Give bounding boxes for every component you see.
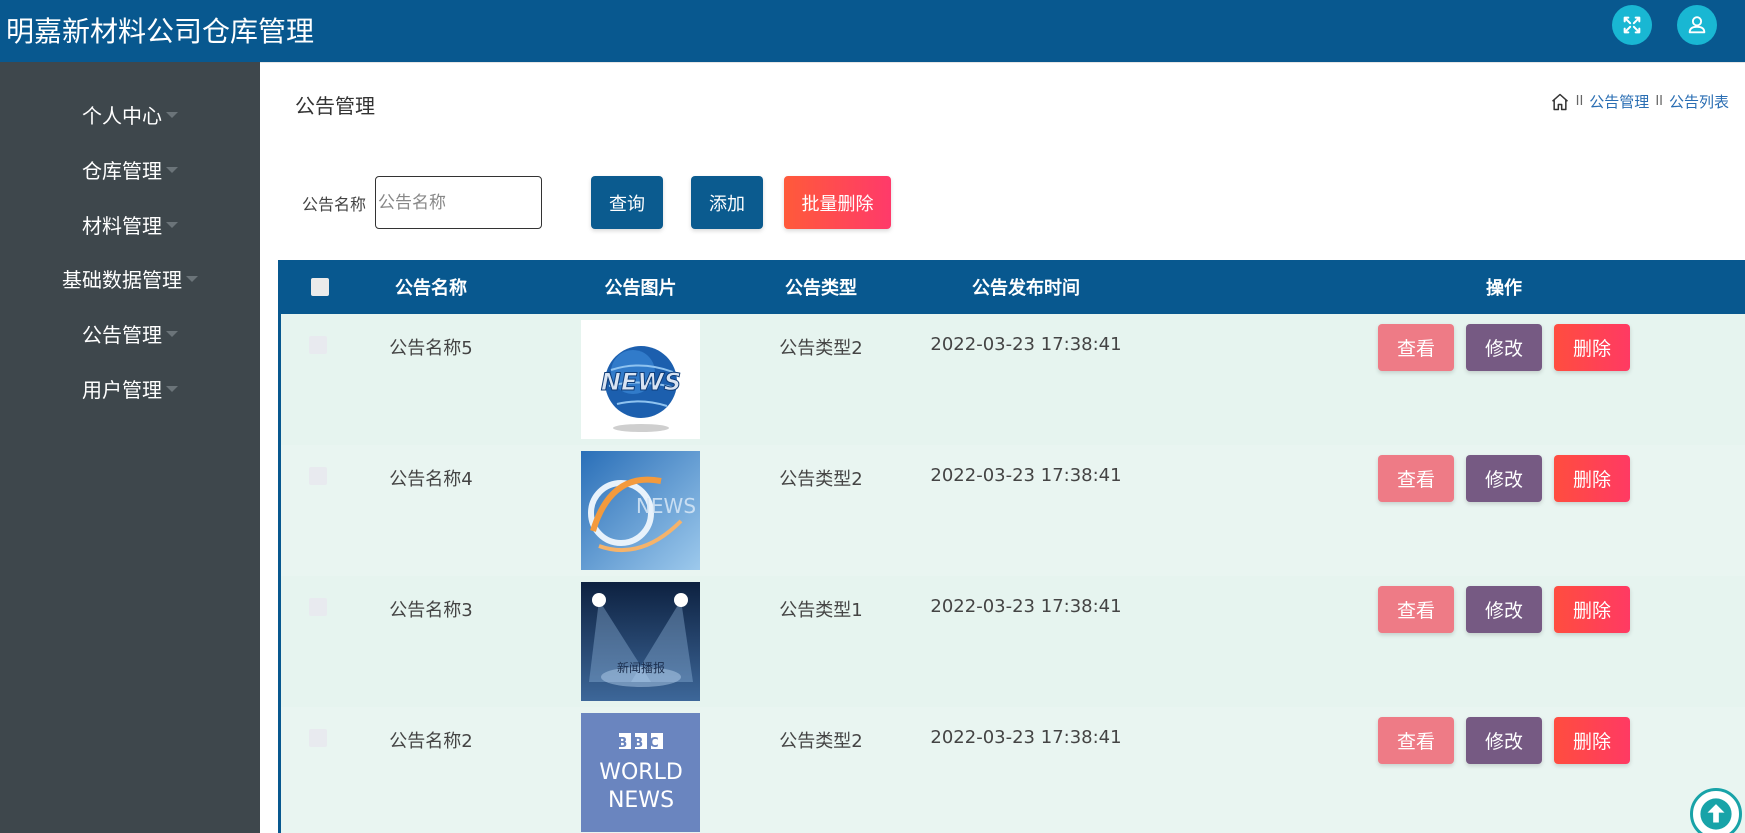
sidebar-item-label: 基础数据管理 (62, 267, 182, 292)
news-globe-image: NEWS (581, 320, 700, 439)
page-title: 公告管理 (295, 94, 375, 118)
cell-name: 公告名称4 (389, 469, 473, 490)
caret-down-icon (186, 276, 198, 282)
caret-down-icon (166, 331, 178, 337)
table-row: 公告名称2 BBC WORLD NEWS 公告类型2 2022-03-23 17… (281, 707, 1745, 833)
column-header-type: 公告类型 (785, 278, 857, 299)
sidebar-item-personal-center[interactable]: 个人中心 (0, 94, 260, 134)
edit-button[interactable]: 修改 (1466, 586, 1542, 633)
breadcrumb: II 公告管理 II 公告列表 (1550, 91, 1729, 112)
announcement-image: BBC WORLD NEWS (581, 713, 700, 832)
announcement-image: NEWS (581, 451, 700, 570)
batch-delete-button[interactable]: 批量删除 (784, 176, 891, 229)
announcement-image: NEWS (581, 320, 700, 439)
user-button[interactable] (1677, 5, 1717, 45)
breadcrumb-item-list[interactable]: 公告列表 (1669, 91, 1729, 112)
cell-type: 公告类型2 (779, 469, 863, 490)
breadcrumb-separator: II (1655, 94, 1663, 109)
view-button[interactable]: 查看 (1378, 717, 1454, 764)
image-caption-bbc: BBC (617, 736, 664, 751)
cell-type: 公告类型2 (779, 338, 863, 359)
cell-name: 公告名称3 (389, 600, 473, 621)
sidebar-item-users[interactable]: 用户管理 (0, 368, 260, 408)
delete-button[interactable]: 删除 (1554, 586, 1630, 633)
arrow-up-icon (1700, 798, 1732, 830)
select-all-checkbox[interactable] (308, 260, 332, 314)
table-row: 公告名称3 新闻播报 公告类型1 2022-03-23 17:38:41 查看 … (281, 576, 1745, 707)
breadcrumb-item-announcements[interactable]: 公告管理 (1589, 91, 1649, 112)
sidebar-item-label: 公告管理 (82, 322, 162, 347)
cell-publish-time: 2022-03-23 17:38:41 (930, 334, 1122, 355)
back-to-top-button[interactable] (1690, 788, 1742, 833)
bbc-world-news-image: BBC WORLD NEWS (581, 713, 700, 832)
user-icon (1688, 16, 1706, 34)
top-header: 明嘉新材料公司仓库管理 (0, 0, 1745, 62)
cell-name: 公告名称2 (389, 731, 473, 752)
view-button[interactable]: 查看 (1378, 455, 1454, 502)
image-caption-world: WORLD (599, 760, 683, 785)
sidebar-item-label: 材料管理 (82, 213, 162, 238)
caret-down-icon (166, 167, 178, 173)
app-title: 明嘉新材料公司仓库管理 (6, 15, 315, 48)
search-label: 公告名称 (302, 195, 367, 214)
cell-type: 公告类型2 (779, 731, 863, 752)
image-caption-news: NEWS (608, 788, 674, 813)
caret-down-icon (166, 386, 178, 392)
cell-publish-time: 2022-03-23 17:38:41 (930, 727, 1122, 748)
news-abstract-image: NEWS (581, 451, 700, 570)
column-header-image: 公告图片 (604, 278, 677, 299)
column-header-publish-time: 公告发布时间 (972, 278, 1080, 299)
image-caption: 新闻播报 (617, 660, 665, 675)
news-broadcast-image: 新闻播报 (581, 582, 700, 701)
view-button[interactable]: 查看 (1378, 586, 1454, 633)
sidebar-item-label: 个人中心 (82, 103, 162, 128)
sidebar-item-announcements[interactable]: 公告管理 (0, 313, 260, 353)
delete-button[interactable]: 删除 (1554, 324, 1630, 371)
edit-button[interactable]: 修改 (1466, 455, 1542, 502)
main-content: 公告管理 II 公告管理 II 公告列表 公告名称 查询 添加 批量删除 公告名… (260, 62, 1745, 833)
row-checkbox[interactable] (309, 729, 327, 747)
sidebar: 个人中心 仓库管理 材料管理 基础数据管理 公告管理 用户管理 (0, 62, 260, 833)
delete-button[interactable]: 删除 (1554, 717, 1630, 764)
svg-text:NEWS: NEWS (636, 494, 696, 518)
expand-icon (1623, 16, 1641, 34)
fullscreen-button[interactable] (1612, 5, 1652, 45)
sidebar-item-materials[interactable]: 材料管理 (0, 204, 260, 244)
query-button[interactable]: 查询 (591, 176, 663, 229)
caret-down-icon (166, 112, 178, 118)
cell-name: 公告名称5 (389, 338, 473, 359)
add-button[interactable]: 添加 (691, 176, 763, 229)
delete-button[interactable]: 删除 (1554, 455, 1630, 502)
table-header: 公告名称 公告图片 公告类型 公告发布时间 操作 (281, 260, 1745, 314)
announcement-image: 新闻播报 (581, 582, 700, 701)
sidebar-item-label: 仓库管理 (82, 158, 162, 183)
edit-button[interactable]: 修改 (1466, 717, 1542, 764)
cell-publish-time: 2022-03-23 17:38:41 (930, 465, 1122, 486)
table-row: 公告名称5 NEWS 公告类型2 2022-03-23 17:38:41 查看 … (281, 314, 1745, 445)
home-icon[interactable] (1550, 92, 1570, 112)
view-button[interactable]: 查看 (1378, 324, 1454, 371)
cell-type: 公告类型1 (779, 600, 863, 621)
caret-down-icon (166, 222, 178, 228)
cell-publish-time: 2022-03-23 17:38:41 (930, 596, 1122, 617)
sidebar-item-label: 用户管理 (82, 377, 162, 402)
edit-button[interactable]: 修改 (1466, 324, 1542, 371)
table-row: 公告名称4 NEWS 公告类型2 2022-03-23 17:38:41 查看 … (281, 445, 1745, 576)
sidebar-item-warehouse[interactable]: 仓库管理 (0, 149, 260, 189)
svg-text:NEWS: NEWS (601, 368, 681, 396)
column-header-name: 公告名称 (395, 278, 467, 299)
column-header-actions: 操作 (1486, 278, 1522, 299)
sidebar-item-basic-data[interactable]: 基础数据管理 (0, 258, 260, 298)
search-input[interactable] (375, 176, 542, 229)
breadcrumb-separator: II (1575, 94, 1584, 109)
row-checkbox[interactable] (309, 336, 327, 354)
row-checkbox[interactable] (309, 467, 327, 485)
announcement-table: 公告名称 公告图片 公告类型 公告发布时间 操作 公告名称5 NEWS 公告类型… (278, 260, 1745, 833)
row-checkbox[interactable] (309, 598, 327, 616)
